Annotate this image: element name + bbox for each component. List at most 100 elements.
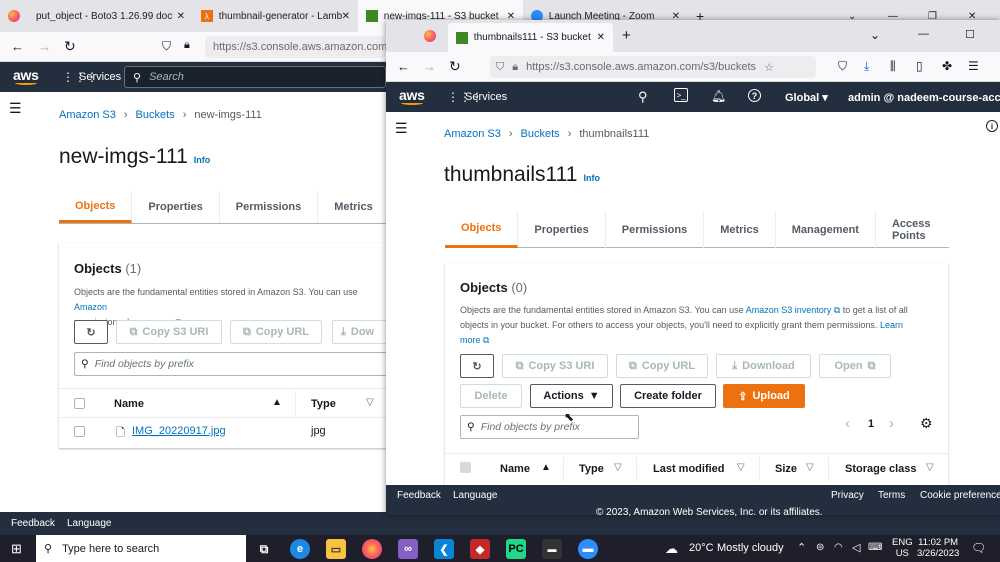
copy-url-button[interactable]: ⧉ Copy URL xyxy=(616,354,708,378)
inventory-link[interactable]: Amazon xyxy=(74,302,107,312)
language-link[interactable]: Language xyxy=(453,490,498,501)
col-type[interactable]: Type xyxy=(311,398,336,410)
tab-permissions[interactable]: Permissions xyxy=(220,191,319,223)
cookie-preferences-link[interactable]: Cookie preferences xyxy=(920,490,1000,501)
vscode-icon[interactable]: ❮ xyxy=(434,539,454,559)
zoom-taskbar-icon[interactable]: ▬ xyxy=(578,539,598,559)
copy-s3-uri-button[interactable]: ⧉ Copy S3 URI xyxy=(116,320,222,344)
clock[interactable]: 11:02 PM 3/26/2023 xyxy=(917,537,959,559)
col-storage-class[interactable]: Storage class xyxy=(845,463,917,475)
search-icon[interactable]: ⚲ xyxy=(638,89,648,105)
close-icon[interactable]: ✕ xyxy=(177,11,185,22)
services-menu[interactable]: Services xyxy=(79,71,121,83)
select-all-checkbox[interactable] xyxy=(460,462,471,473)
windows-start-icon[interactable]: ⊞ xyxy=(11,541,22,557)
sort-icon[interactable]: ▽ xyxy=(806,462,814,473)
copy-url-button[interactable]: ⧉ Copy URL xyxy=(230,320,322,344)
help-icon[interactable]: ? xyxy=(748,89,761,102)
aws-search-input[interactable]: ⚲ Search xyxy=(124,66,386,88)
region-menu[interactable]: Global ▾ xyxy=(785,91,828,104)
keyboard-icon[interactable]: ⌨ xyxy=(868,542,882,553)
weather-text[interactable]: Mostly cloudy xyxy=(717,542,784,554)
create-folder-button[interactable]: Create folder xyxy=(620,384,716,408)
hamburger-icon[interactable]: ☰ xyxy=(395,120,408,137)
inventory-link[interactable]: Amazon S3 inventory xyxy=(746,305,832,315)
info-link[interactable]: Info xyxy=(194,155,211,165)
col-name[interactable]: Name xyxy=(500,463,530,475)
notification-icon[interactable]: 🗨︎ xyxy=(971,541,986,555)
reader-icon[interactable]: ▯ xyxy=(916,59,923,73)
info-link[interactable]: Info xyxy=(583,173,600,183)
close-icon[interactable]: ✕ xyxy=(597,32,605,43)
sort-icon[interactable]: ▽ xyxy=(737,462,745,473)
info-panel-icon[interactable]: i xyxy=(986,120,998,132)
front-tab-thumbnails[interactable]: thumbnails111 - S3 bucket ✕ xyxy=(448,23,613,52)
pycharm-icon[interactable]: PC xyxy=(506,539,526,559)
next-page-icon[interactable]: › xyxy=(889,415,894,432)
col-size[interactable]: Size xyxy=(775,463,797,475)
volume-icon[interactable]: ◁ xyxy=(852,541,860,554)
upload-button[interactable]: ⇪ Upload xyxy=(723,384,805,408)
breadcrumb-s3[interactable]: Amazon S3 xyxy=(444,128,501,140)
col-last-modified[interactable]: Last modified xyxy=(653,463,725,475)
services-menu[interactable]: Services xyxy=(465,91,507,103)
terminal-icon[interactable]: ▬ xyxy=(542,539,562,559)
tab-properties[interactable]: Properties xyxy=(518,211,606,248)
chevron-down-icon[interactable]: ⌄ xyxy=(870,28,880,42)
table-row[interactable]: 🗋︎ IMG_20220917.jpg jpg xyxy=(59,419,389,445)
language-indicator[interactable]: ENG US xyxy=(892,537,913,559)
prev-page-icon[interactable]: ‹ xyxy=(845,415,850,432)
back-url-bar[interactable]: https://s3.console.aws.amazon.com/ xyxy=(205,36,390,58)
back-arrow-icon[interactable]: ← xyxy=(397,59,410,74)
tab-access-points[interactable]: Access Points xyxy=(876,211,949,248)
firefox-icon[interactable] xyxy=(424,30,436,42)
shield-icon[interactable]: ⛉ xyxy=(162,39,171,54)
col-type[interactable]: Type xyxy=(579,463,604,475)
back-tab-boto3[interactable]: put_object - Boto3 1.26.99 documer ✕ xyxy=(28,0,193,32)
bell-icon[interactable]: 🔔︎ xyxy=(711,89,726,103)
refresh-button[interactable]: ↻ xyxy=(74,320,108,344)
col-name[interactable]: Name xyxy=(114,398,144,410)
select-all-checkbox[interactable] xyxy=(74,398,85,409)
sort-icon[interactable]: ▽ xyxy=(614,462,622,473)
sort-icon[interactable]: ▽ xyxy=(366,397,374,408)
front-url-bar[interactable]: ⛉ 🔒︎ https://s3.console.aws.amazon.com/s3/… xyxy=(490,56,816,78)
settings-gear-icon[interactable]: ⚙ xyxy=(920,415,933,432)
language-link[interactable]: Language xyxy=(67,518,112,529)
taskbar-search-input[interactable]: ⚲ Type here to search xyxy=(36,535,246,562)
delete-button[interactable]: Delete xyxy=(460,384,522,408)
terms-link[interactable]: Terms xyxy=(878,490,905,501)
bookmark-star-icon[interactable]: ☆ xyxy=(764,61,774,74)
pocket-icon[interactable]: ⛉ xyxy=(838,59,847,74)
tab-metrics[interactable]: Metrics xyxy=(704,211,776,248)
task-view-icon[interactable]: ⧉ xyxy=(254,539,274,559)
visual-studio-icon[interactable]: ∞ xyxy=(398,539,418,559)
menu-icon[interactable]: ☰ xyxy=(968,59,979,73)
tab-metrics[interactable]: Metrics xyxy=(318,191,390,223)
sort-asc-icon[interactable]: ▲ xyxy=(272,397,282,408)
sort-asc-icon[interactable]: ▲ xyxy=(541,462,551,473)
aws-logo[interactable]: aws xyxy=(399,87,425,105)
find-objects-input[interactable]: ⚲ Find objects by prefix xyxy=(460,415,639,439)
aws-logo[interactable]: aws xyxy=(13,67,39,85)
copy-s3-uri-button[interactable]: ⧉ Copy S3 URI xyxy=(502,354,608,378)
tab-properties[interactable]: Properties xyxy=(132,191,220,223)
firefox-taskbar-icon[interactable] xyxy=(362,539,382,559)
actions-dropdown[interactable]: Actions ▼ xyxy=(530,384,613,408)
lock-icon[interactable]: 🔒︎ xyxy=(184,39,190,52)
cloudshell-icon[interactable]: >_ xyxy=(674,88,688,102)
forward-arrow-icon[interactable]: → xyxy=(38,39,51,54)
new-tab-button[interactable]: + xyxy=(622,27,631,44)
page-number[interactable]: 1 xyxy=(868,418,874,430)
tab-management[interactable]: Management xyxy=(776,211,876,248)
app-icon[interactable]: ◆ xyxy=(470,539,490,559)
reload-icon[interactable]: ↻ xyxy=(64,38,76,55)
maximize-button[interactable]: ☐ xyxy=(965,28,975,41)
breadcrumb-buckets[interactable]: Buckets xyxy=(136,109,175,121)
back-tab-lambda[interactable]: λ thumbnail-generator - Lambda ✕ xyxy=(193,0,358,32)
tab-objects[interactable]: Objects xyxy=(59,191,133,223)
download-button[interactable]: ⤓ Download xyxy=(716,354,811,378)
back-arrow-icon[interactable]: ← xyxy=(11,39,24,54)
extensions-icon[interactable]: ✤ xyxy=(942,59,952,73)
object-name-link[interactable]: IMG_20220917.jpg xyxy=(132,425,226,437)
